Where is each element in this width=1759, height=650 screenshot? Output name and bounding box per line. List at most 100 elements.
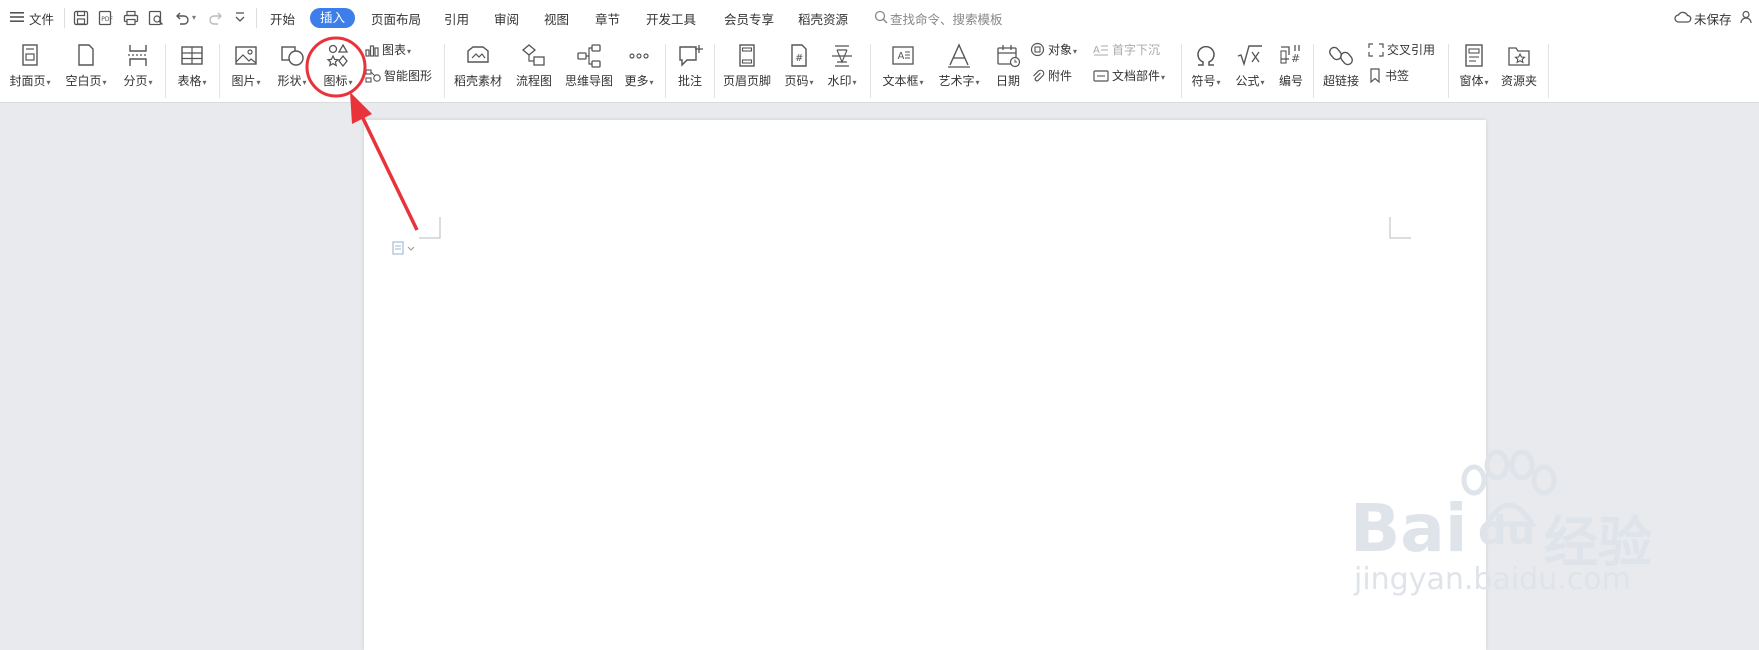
picture-icon <box>232 42 260 70</box>
watermark-brand-a: Bai <box>1350 490 1468 567</box>
watermark-icon <box>828 42 856 70</box>
blank-page-button[interactable]: 空白页▾ <box>62 42 110 90</box>
document-page[interactable] <box>364 120 1486 650</box>
svg-text:PDF: PDF <box>101 16 113 23</box>
tab-home[interactable]: 开始 <box>270 9 295 28</box>
watermark-button[interactable]: 水印▾ <box>822 42 862 90</box>
symbol-button[interactable]: 符号▾ <box>1186 42 1226 90</box>
customize-chevron-icon[interactable] <box>234 11 246 25</box>
tab-member[interactable]: 会员专享 <box>724 9 774 28</box>
tab-insert[interactable]: 插入 <box>310 8 355 28</box>
divider <box>870 44 871 98</box>
table-button[interactable]: 表格▾ <box>172 42 212 90</box>
wordart-button[interactable]: 艺术字▾ <box>934 42 984 90</box>
cross-reference-button[interactable]: 交叉引用 <box>1368 42 1435 58</box>
divider <box>1313 44 1314 98</box>
save-status[interactable]: 未保存 <box>1694 9 1732 28</box>
search-input[interactable]: 查找命令、搜索模板 <box>890 9 1003 28</box>
cover-page-icon <box>16 42 44 70</box>
divider <box>64 8 65 28</box>
paperclip-icon <box>1033 69 1045 82</box>
tab-chapter[interactable]: 章节 <box>595 9 620 28</box>
annotation-circle <box>305 36 367 98</box>
tab-references[interactable]: 引用 <box>444 9 469 28</box>
svg-text:A: A <box>898 51 905 62</box>
comment-button[interactable]: 批注 <box>672 42 708 88</box>
divider <box>714 44 715 98</box>
more-button[interactable]: 更多▾ <box>620 42 658 90</box>
hyperlink-button[interactable]: 超链接 <box>1320 42 1362 88</box>
formula-icon <box>1236 42 1264 70</box>
numbering-icon: # <box>1277 42 1305 70</box>
tab-daoke-resources[interactable]: 稻壳资源 <box>798 9 848 28</box>
tab-page-layout[interactable]: 页面布局 <box>371 9 421 28</box>
table-icon <box>178 42 206 70</box>
page-number-button[interactable]: # 页码▾ <box>780 42 818 90</box>
undo-dropdown-icon[interactable]: ▾ <box>192 13 196 22</box>
divider <box>444 44 445 98</box>
comment-icon <box>676 42 704 70</box>
doc-parts-icon <box>1093 70 1109 82</box>
omega-icon <box>1192 42 1220 70</box>
calendar-icon <box>994 42 1022 70</box>
margin-corner-top-right <box>1389 217 1411 239</box>
baidu-jingyan-watermark: Bai du 经验 jingyan.baidu.com <box>1350 450 1680 600</box>
insert-ribbon: 封面页▾ 空白页▾ 分页▾ 表格▾ 图片▾ 形状▾ 图标▾ 图表▾ 智能图形 稻… <box>0 36 1759 103</box>
resource-folder-button[interactable]: 资源夹 <box>1498 42 1540 88</box>
paste-options-icon[interactable] <box>392 241 418 258</box>
cross-reference-icon <box>1368 43 1384 57</box>
divider <box>256 8 257 28</box>
blank-page-icon <box>72 42 100 70</box>
export-pdf-icon[interactable]: PDF <box>98 10 114 26</box>
annotation-arrow-shaft <box>357 109 419 231</box>
dropcap-button[interactable]: A 首字下沉 <box>1093 42 1160 58</box>
tab-developer[interactable]: 开发工具 <box>646 9 696 28</box>
doc-parts-button[interactable]: 文档部件▾ <box>1093 68 1165 86</box>
page-break-button[interactable]: 分页▾ <box>118 42 158 90</box>
link-icon <box>1327 42 1355 70</box>
svg-text:#: # <box>795 53 803 64</box>
print-icon[interactable] <box>123 10 139 26</box>
user-icon[interactable] <box>1740 10 1754 27</box>
wordart-icon <box>945 42 973 70</box>
object-icon <box>1030 42 1045 57</box>
bookmark-icon <box>1370 68 1380 84</box>
svg-text:#: # <box>1291 52 1300 65</box>
svg-text:A: A <box>1093 45 1100 56</box>
formula-button[interactable]: 公式▾ <box>1230 42 1270 90</box>
mindmap-button[interactable]: 思维导图 <box>563 42 615 88</box>
daoke-material-button[interactable]: 稻壳素材 <box>452 42 504 88</box>
redo-icon[interactable] <box>208 10 224 26</box>
resource-folder-icon <box>1505 42 1533 70</box>
page-break-icon <box>124 42 152 70</box>
object-button[interactable]: 对象▾ <box>1030 42 1077 60</box>
date-button[interactable]: 日期 <box>990 42 1026 88</box>
picture-button[interactable]: 图片▾ <box>226 42 266 90</box>
flowchart-button[interactable]: 流程图 <box>512 42 556 88</box>
textbox-button[interactable]: A 文本框▾ <box>878 42 928 90</box>
daoke-material-icon <box>464 42 492 70</box>
attachment-button[interactable]: 附件 <box>1030 68 1072 84</box>
tab-review[interactable]: 审阅 <box>494 9 519 28</box>
header-footer-button[interactable]: 页眉页脚 <box>720 42 774 88</box>
tab-view[interactable]: 视图 <box>544 9 569 28</box>
annotation-circle-arrow <box>305 36 419 231</box>
cover-page-button[interactable]: 封面页▾ <box>6 42 54 90</box>
bookmark-button[interactable]: 书签 <box>1368 68 1409 84</box>
hamburger-icon[interactable] <box>10 11 24 26</box>
divider <box>219 44 220 98</box>
dropcap-icon: A <box>1093 45 1108 56</box>
divider <box>1448 44 1449 98</box>
divider <box>665 44 666 98</box>
more-icon <box>625 42 653 70</box>
cloud-icon <box>1674 10 1692 27</box>
form-icon <box>1460 42 1488 70</box>
save-icon[interactable] <box>73 10 89 26</box>
form-button[interactable]: 窗体▾ <box>1454 42 1494 90</box>
print-preview-icon[interactable] <box>148 10 164 26</box>
watermark-url: jingyan.baidu.com <box>1354 562 1631 597</box>
file-menu[interactable]: 文件 <box>29 9 54 28</box>
mindmap-icon <box>575 42 603 70</box>
numbering-button[interactable]: # 编号 <box>1274 42 1308 88</box>
undo-icon[interactable] <box>174 10 190 26</box>
